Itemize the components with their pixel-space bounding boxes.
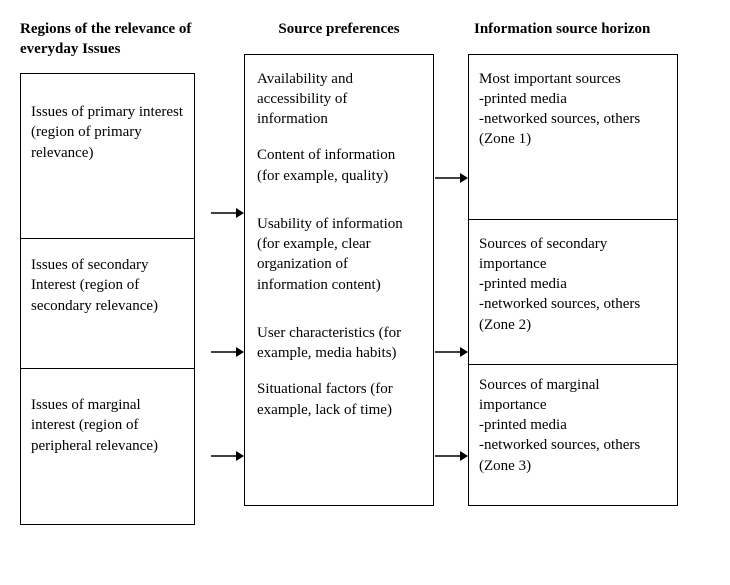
region-secondary: Issues of secondary Interest (region of … — [21, 239, 194, 369]
zone-item: -printed media — [479, 274, 667, 294]
preferences-box: Availability and accessibility of inform… — [244, 54, 434, 506]
arrow-icon — [210, 448, 244, 464]
zone-title: Most important sources — [479, 69, 667, 89]
zone-label: (Zone 3) — [479, 456, 667, 476]
pref-availability: Availability and accessibility of inform… — [257, 69, 421, 130]
region-marginal: Issues of marginal interest (region of p… — [21, 369, 194, 524]
zone-item: -networked sources, others — [479, 294, 667, 314]
zone-1: Most important sources -printed media -n… — [469, 55, 677, 220]
arrow-icon — [434, 344, 468, 360]
zone-title: Sources of secondary importance — [479, 234, 667, 275]
column-regions: Regions of the relevance of everyday Iss… — [20, 20, 210, 525]
zone-item: -networked sources, others — [479, 109, 667, 129]
diagram-container: Regions of the relevance of everyday Iss… — [20, 20, 710, 525]
heading-horizon: Information source horizon — [468, 20, 678, 40]
regions-box: Issues of primary interest (region of pr… — [20, 73, 195, 525]
arrow-icon — [434, 448, 468, 464]
pref-user-characteristics: User characteristics (for example, media… — [257, 323, 421, 364]
horizon-box: Most important sources -printed media -n… — [468, 54, 678, 506]
pref-usability: Usability of information (for example, c… — [257, 214, 421, 295]
zone-label: (Zone 1) — [479, 129, 667, 149]
arrow-icon — [434, 170, 468, 186]
zone-item: -printed media — [479, 415, 667, 435]
heading-regions: Regions of the relevance of everyday Iss… — [20, 20, 210, 59]
zone-title: Sources of marginal importance — [479, 375, 667, 416]
column-preferences: Source preferences Availability and acce… — [244, 20, 434, 506]
zone-label: (Zone 2) — [479, 315, 667, 335]
region-primary: Issues of primary interest (region of pr… — [21, 74, 194, 239]
arrow-icon — [210, 344, 244, 360]
pref-content: Content of information (for example, qua… — [257, 145, 421, 186]
heading-preferences: Source preferences — [244, 20, 434, 40]
zone-2: Sources of secondary importance -printed… — [469, 220, 677, 365]
pref-situational: Situational factors (for example, lack o… — [257, 379, 421, 420]
zone-item: -printed media — [479, 89, 667, 109]
zone-item: -networked sources, others — [479, 435, 667, 455]
zone-3: Sources of marginal importance -printed … — [469, 365, 677, 505]
arrow-icon — [210, 205, 244, 221]
column-horizon: Information source horizon Most importan… — [468, 20, 678, 506]
